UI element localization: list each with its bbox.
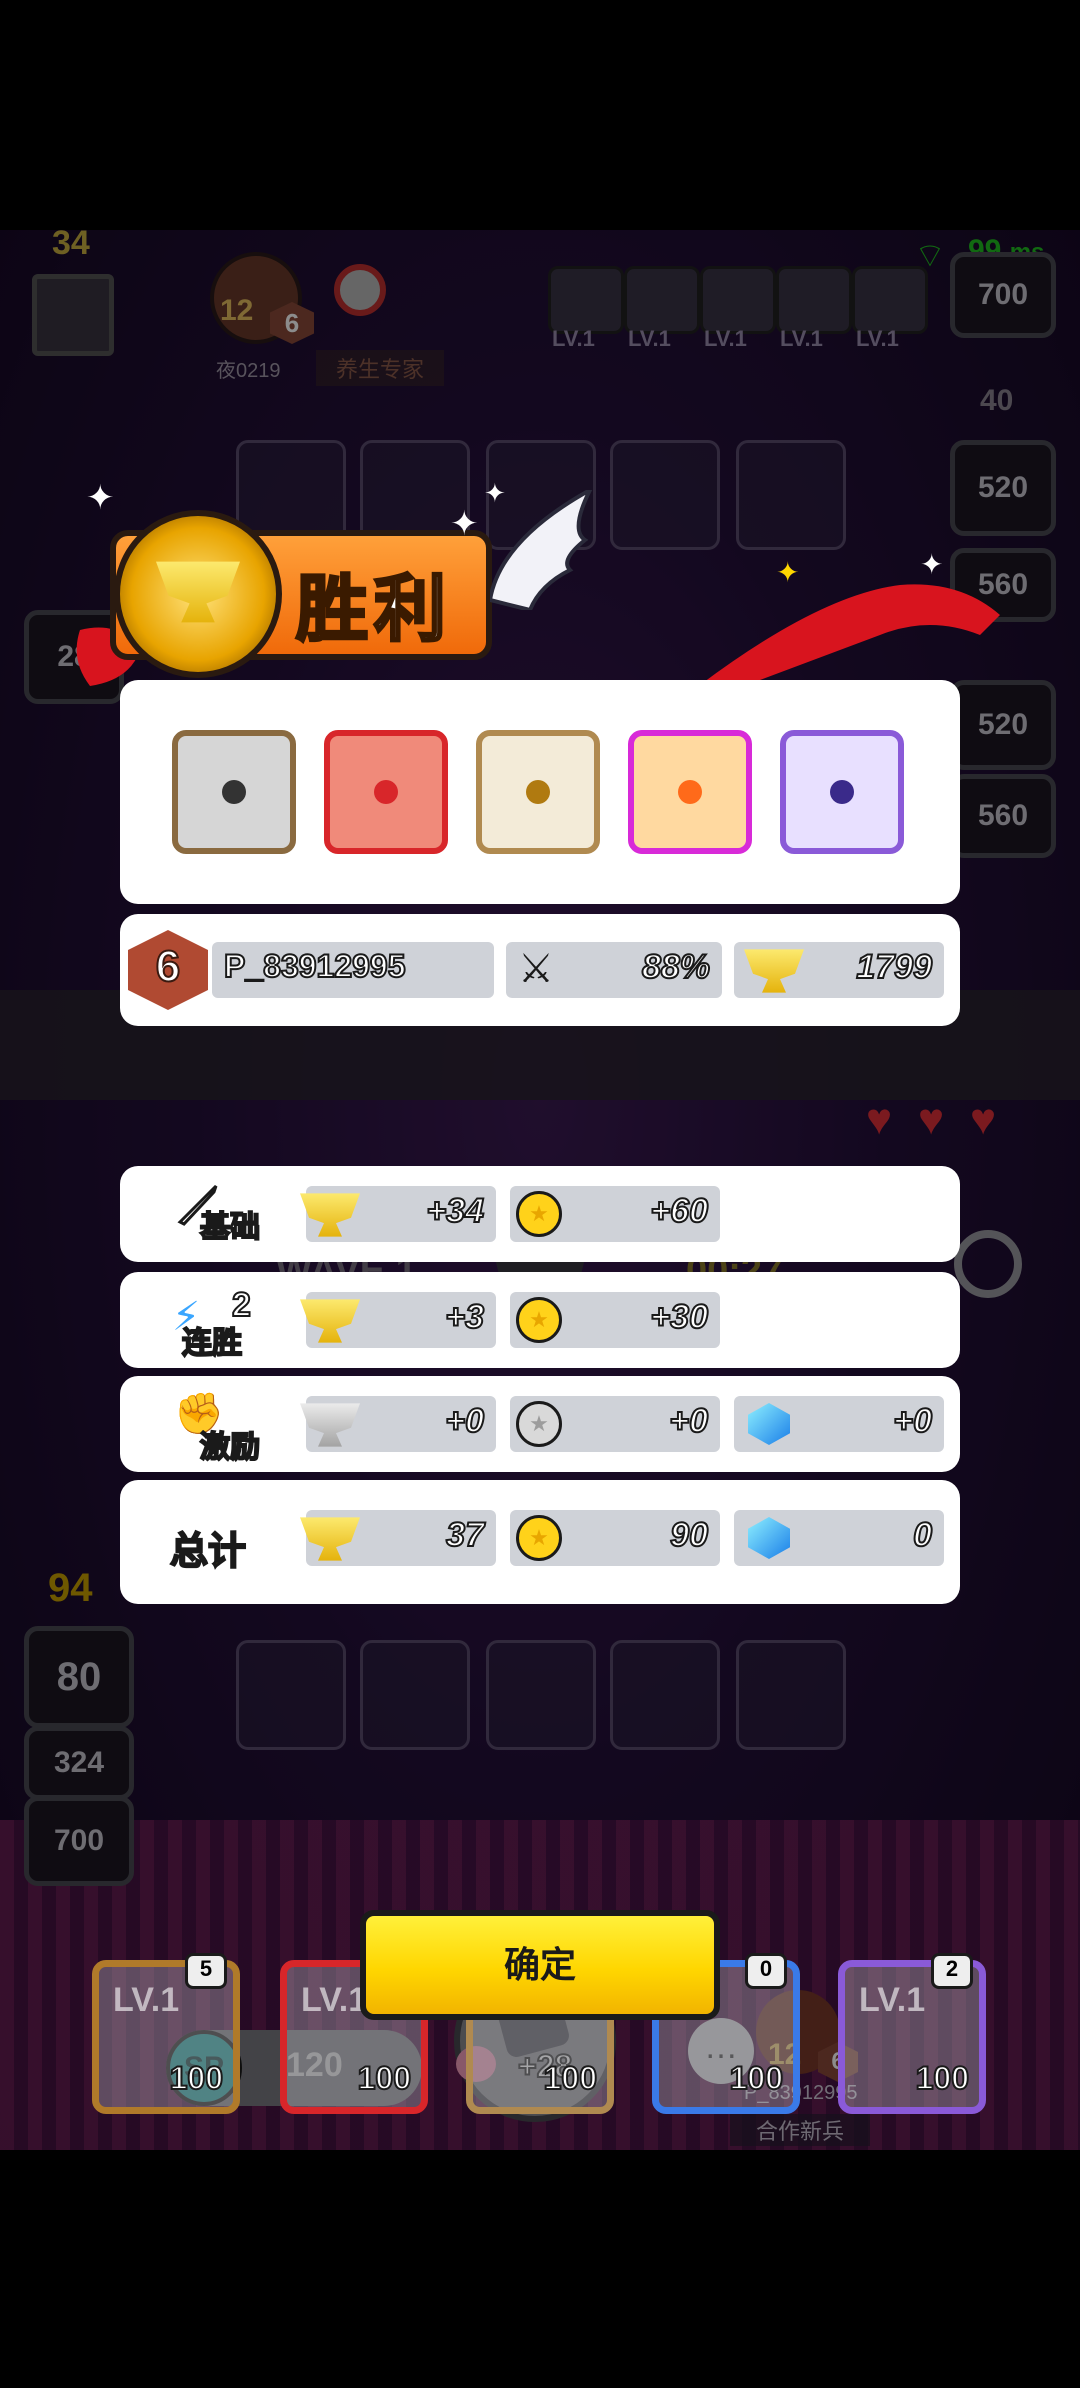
coin-reward: +0: [668, 1401, 709, 1441]
trophy-pill: +34: [300, 1186, 496, 1242]
coin-icon: [516, 1297, 562, 1343]
card-level: LV.1: [301, 1981, 368, 2019]
trophy-pill: +0: [300, 1396, 496, 1452]
reward-row-base: 基础 +34 +60: [120, 1166, 960, 1262]
coin-reward: +60: [649, 1191, 709, 1231]
trophy-count: 1799: [855, 947, 933, 987]
trophy-pill: +3: [300, 1292, 496, 1348]
coin-icon: [516, 1191, 562, 1237]
coin-total: 90: [669, 1515, 709, 1555]
row-label: 连胜: [181, 1326, 243, 1361]
deck-card-light: [628, 730, 752, 854]
row-label: 基础: [199, 1210, 261, 1245]
unit-eye-icon: [678, 780, 702, 804]
row-label: 激励: [199, 1430, 261, 1465]
gem-icon: [748, 1403, 790, 1445]
deck-card-slot[interactable]: 5 LV.1 100: [92, 1953, 240, 2114]
wing-icon: [490, 490, 593, 610]
reward-row-total: 总计 37 90 0: [120, 1480, 960, 1604]
crossed-swords-icon: ⚔: [518, 947, 554, 991]
trophy-icon: [300, 1193, 360, 1237]
win-rate: 88%: [641, 947, 711, 987]
deck-card-mystery: [476, 730, 600, 854]
coin-icon: [516, 1401, 562, 1447]
win-rate-pill: ⚔ 88%: [506, 942, 722, 998]
confirm-button[interactable]: 确定: [360, 1910, 720, 2020]
gem-pill: 0: [734, 1510, 944, 1566]
trophy-reward: +0: [444, 1401, 485, 1441]
trophy-reward: +3: [444, 1297, 485, 1337]
coin-pill: +0: [510, 1396, 720, 1452]
card-level: LV.1: [859, 1981, 926, 2019]
trophy-medal-icon: [114, 510, 282, 678]
trophy-pill: 37: [300, 1510, 496, 1566]
rank-number: 6: [155, 941, 181, 992]
deck-card-gun: [172, 730, 296, 854]
gem-total: 0: [912, 1515, 933, 1555]
card-count: 0: [745, 1953, 787, 1989]
row-label: 总计: [169, 1530, 247, 1574]
card-count: 2: [931, 1953, 973, 1989]
unit-eye-icon: [222, 780, 246, 804]
gem-pill: +0: [734, 1396, 944, 1452]
unit-eye-icon: [374, 780, 398, 804]
trophy-icon: [300, 1403, 360, 1447]
coin-icon: [516, 1515, 562, 1561]
gem-reward: +0: [892, 1401, 933, 1441]
card-count: 5: [185, 1953, 227, 1989]
deck-card-electric: [780, 730, 904, 854]
deck-card-slot[interactable]: 2 LV.1 100: [838, 1953, 986, 2114]
deck-card-fire: [324, 730, 448, 854]
unit-eye-icon: [830, 780, 854, 804]
trophy-icon: [744, 949, 804, 993]
coin-pill: 90: [510, 1510, 720, 1566]
trophy-icon: [156, 561, 240, 623]
victory-title: 胜利: [294, 569, 453, 652]
coin-pill: +30: [510, 1292, 720, 1348]
trophy-pill: 1799: [734, 942, 944, 998]
trophy-total: 37: [445, 1515, 485, 1555]
reward-row-streak: ⚡ 2 连胜 +3 +30: [120, 1272, 960, 1368]
card-cost: 100: [169, 2059, 224, 2097]
unit-eye-icon: [526, 780, 550, 804]
sparkle-icon: ✦: [776, 557, 800, 588]
sparkle-icon: ✦: [86, 479, 115, 517]
card-cost: 100: [729, 2059, 784, 2097]
coin-pill: +60: [510, 1186, 720, 1242]
sparkle-icon: ✦: [450, 505, 479, 543]
trophy-icon: [300, 1299, 360, 1343]
deck-panel: [120, 680, 960, 904]
card-cost: 100: [543, 2059, 598, 2097]
player-panel: 6 P_83912995 ⚔ 88% 1799: [120, 914, 960, 1026]
trophy-reward: +34: [425, 1191, 485, 1231]
sparkle-icon: ✦: [484, 478, 506, 508]
rank-badge: 6: [128, 930, 208, 1010]
player-name: P_83912995: [223, 947, 407, 985]
card-cost: 100: [357, 2059, 412, 2097]
sparkle-icon: ✦: [920, 549, 944, 580]
coin-reward: +30: [649, 1297, 709, 1337]
trophy-icon: [300, 1517, 360, 1561]
card-level: LV.1: [113, 1981, 180, 2019]
card-cost: 100: [915, 2059, 970, 2097]
gem-icon: [748, 1517, 790, 1559]
reward-row-bonus: ✊ 激励 +0 +0 +0: [120, 1376, 960, 1472]
red-ribbon: [700, 584, 1000, 695]
